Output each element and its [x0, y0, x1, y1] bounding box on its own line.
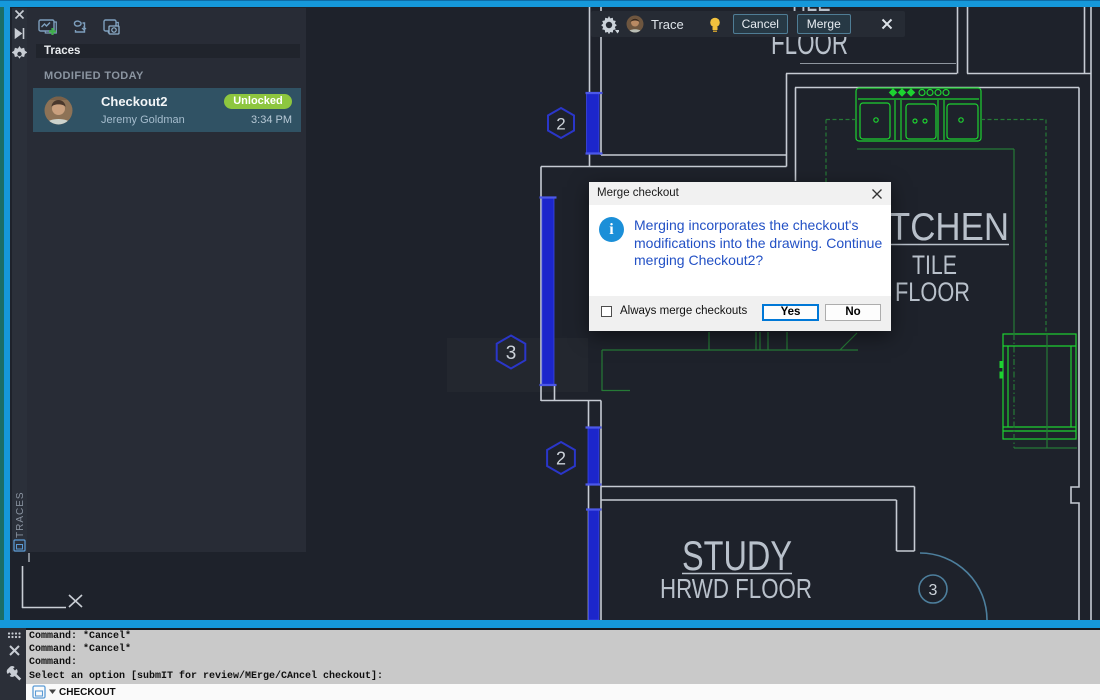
- svg-text:HRWD FLOOR: HRWD FLOOR: [660, 573, 812, 604]
- svg-text:2: 2: [556, 115, 565, 134]
- svg-text:3: 3: [506, 343, 517, 364]
- svg-text:TILE: TILE: [912, 250, 957, 280]
- svg-text:FLOOR: FLOOR: [895, 277, 970, 307]
- svg-text:STUDY: STUDY: [682, 532, 792, 579]
- svg-text:TRACES: TRACES: [15, 491, 26, 538]
- svg-text:2: 2: [556, 449, 566, 469]
- svg-text:3: 3: [929, 582, 938, 599]
